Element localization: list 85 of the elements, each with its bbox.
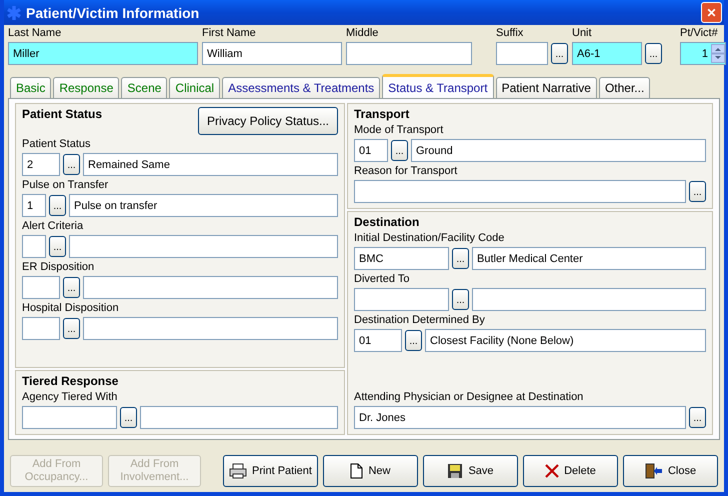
field-label: Patient Status (22, 138, 92, 150)
code-field[interactable]: 01 (354, 139, 388, 162)
section-title: Transport (354, 107, 410, 121)
field-label: Mode of Transport (354, 124, 444, 136)
section-title: Tiered Response (22, 374, 120, 388)
field-label: Agency Tiered With (22, 391, 118, 403)
field-label: Diverted To (354, 273, 410, 285)
field-label: ER Disposition (22, 261, 96, 273)
section-title: Patient Status (22, 107, 102, 121)
field-label: Last Name (8, 27, 62, 39)
field-label: Middle (346, 27, 380, 39)
text-field[interactable] (354, 180, 686, 203)
field-label: Pulse on Transfer (22, 179, 110, 191)
lookup-button[interactable]: ... (49, 236, 66, 257)
field-label: Hospital Disposition (22, 302, 120, 314)
field-label: Attending Physician or Designee at Destination (354, 391, 584, 403)
field-label: First Name (202, 27, 257, 39)
field-label: Pt/Vict# (680, 27, 719, 39)
lookup-button[interactable]: ... (689, 407, 706, 428)
tab[interactable]: Clinical (169, 77, 220, 98)
description-field[interactable]: Remained Same (83, 153, 338, 176)
text-field[interactable] (346, 42, 472, 65)
action-button[interactable]: Print Patient (223, 455, 318, 487)
field-label: Initial Destination/Facility Code (354, 232, 506, 244)
tab[interactable]: Scene (121, 77, 168, 98)
code-field[interactable] (354, 288, 449, 311)
action-button[interactable]: Close (623, 455, 718, 487)
description-field[interactable]: Butler Medical Center (472, 247, 706, 270)
field-label: Unit (572, 27, 593, 39)
text-field[interactable]: Dr. Jones (354, 406, 686, 429)
tab[interactable]: Basic (10, 77, 52, 98)
delete-x-icon (545, 464, 560, 478)
lookup-button[interactable]: ... (63, 318, 80, 339)
description-field[interactable] (83, 317, 338, 340)
text-field[interactable]: Miller (8, 42, 198, 65)
lookup-button[interactable]: ... (49, 195, 66, 216)
field-label: Destination Determined By (354, 314, 486, 326)
code-field[interactable] (22, 235, 46, 258)
action-button[interactable]: Save (423, 455, 518, 487)
text-field[interactable]: A6-1 (572, 42, 642, 65)
lookup-button[interactable]: ... (689, 181, 706, 202)
exit-door-icon (644, 463, 663, 479)
lookup-button[interactable]: ... (551, 43, 568, 64)
printer-icon (229, 463, 248, 479)
field-label: Reason for Transport (354, 165, 458, 177)
privacy-policy-button[interactable]: Privacy Policy Status... (198, 107, 338, 135)
description-field[interactable]: Ground (411, 139, 706, 162)
code-field[interactable] (22, 276, 60, 299)
field-label: Alert Criteria (22, 220, 84, 232)
lookup-button[interactable]: ... (645, 43, 662, 64)
field-label: Suffix (496, 27, 524, 39)
tab[interactable]: Patient Narrative (496, 77, 597, 98)
code-field[interactable]: 1 (22, 194, 46, 217)
code-field[interactable]: BMC (354, 247, 449, 270)
lookup-button[interactable]: ... (452, 289, 469, 310)
text-field[interactable]: William (202, 42, 342, 65)
star-of-life-icon (6, 4, 22, 20)
action-button[interactable]: New (323, 455, 418, 487)
tab[interactable]: Status & Transport (382, 74, 494, 98)
tab[interactable]: Other... (598, 77, 650, 98)
tab[interactable]: Assessments & Treatments (222, 77, 380, 98)
action-button[interactable]: Delete (523, 455, 618, 487)
code-field[interactable]: 2 (22, 153, 60, 176)
tab[interactable]: Response (53, 77, 120, 98)
text-field[interactable] (496, 42, 548, 65)
description-field[interactable]: Closest Facility (None Below) (425, 329, 706, 352)
lookup-button[interactable]: ... (63, 277, 80, 298)
code-field[interactable] (22, 317, 60, 340)
description-field[interactable] (69, 235, 338, 258)
description-field[interactable]: Pulse on transfer (69, 194, 338, 217)
description-field[interactable] (140, 406, 338, 429)
lookup-button[interactable]: ... (120, 407, 137, 428)
lookup-button[interactable]: ... (452, 248, 469, 269)
code-field[interactable] (22, 406, 117, 429)
code-field[interactable]: 01 (354, 329, 402, 352)
description-field[interactable] (83, 276, 338, 299)
window-title: Patient/Victim Information (26, 4, 200, 20)
lookup-button[interactable]: ... (405, 330, 422, 351)
lookup-button[interactable]: ... (63, 154, 80, 175)
number-spinner[interactable]: 1 (680, 42, 726, 65)
description-field[interactable] (472, 288, 706, 311)
document-icon (350, 463, 364, 479)
lookup-button[interactable]: ... (391, 140, 408, 161)
section-title: Destination (354, 215, 420, 229)
close-button[interactable]: ✕ (701, 2, 722, 23)
